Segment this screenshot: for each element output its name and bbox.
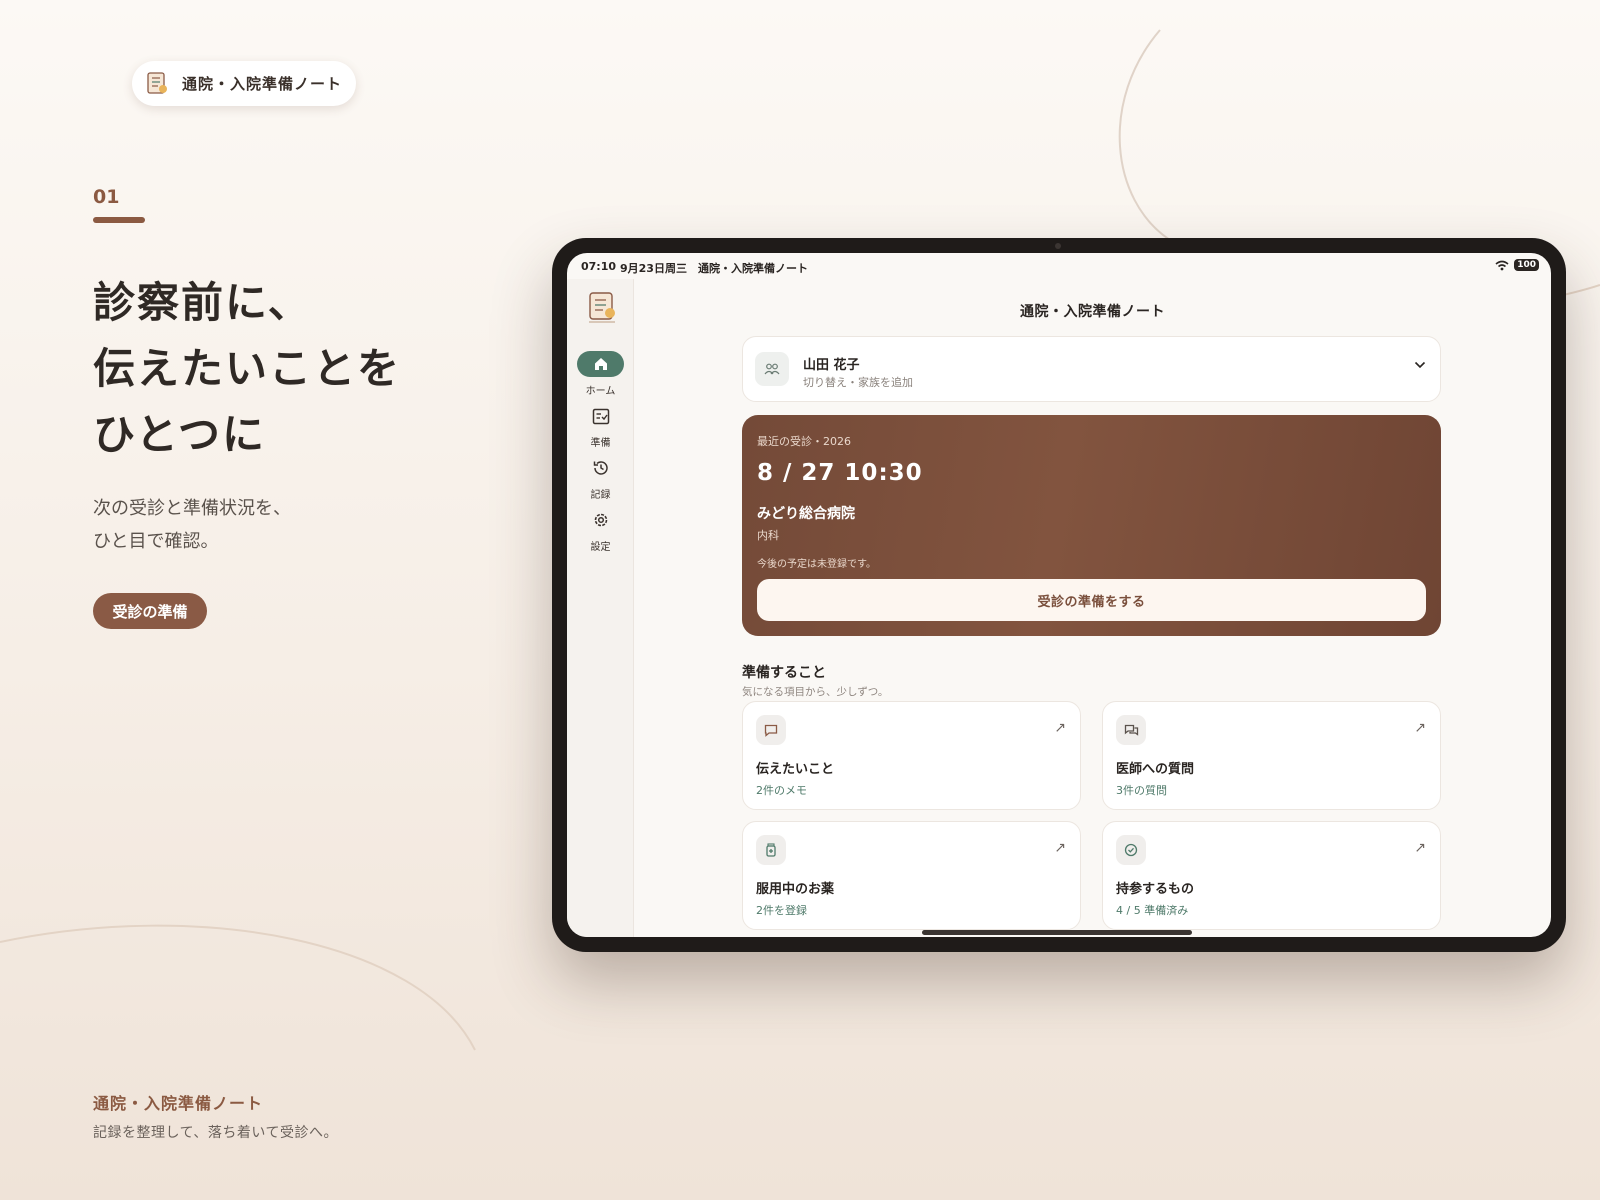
section-number: 01 bbox=[93, 186, 120, 208]
tile-subtitle: 4 / 5 準備済み bbox=[1116, 904, 1189, 917]
battery-icon: 100 bbox=[1514, 259, 1539, 271]
sidebar-item-settings[interactable]: 設定 bbox=[567, 507, 634, 553]
message-icon bbox=[756, 715, 786, 745]
tile-title: 服用中のお薬 bbox=[756, 882, 835, 897]
status-app-name: 通院・入院準備ノート bbox=[698, 262, 808, 275]
profile-name: 山田 花子 bbox=[803, 358, 860, 373]
prep-tile-doctor-questions[interactable]: ↗ 医師への質問 3件の質問 bbox=[1102, 701, 1441, 810]
status-time: 07:10 bbox=[581, 260, 617, 273]
checklist-icon bbox=[592, 408, 609, 424]
prep-section-subtitle: 気になる項目から、少しずつ。 bbox=[742, 686, 889, 698]
arrow-up-right-icon: ↗ bbox=[1414, 840, 1426, 856]
arrow-up-right-icon: ↗ bbox=[1054, 840, 1066, 856]
section-underline bbox=[93, 217, 145, 223]
subtext-line: 次の受診と準備状況を、 bbox=[93, 498, 291, 519]
medicine-icon bbox=[756, 835, 786, 865]
check-circle-icon bbox=[1116, 835, 1146, 865]
subtext-line: ひと目で確認。 bbox=[93, 531, 219, 552]
sidebar: ホーム 準備 記録 設定 bbox=[567, 279, 634, 937]
profile-switcher[interactable]: 山田 花子 切り替え・家族を追加 bbox=[742, 336, 1441, 402]
arrow-up-right-icon: ↗ bbox=[1054, 720, 1066, 736]
recent-visit-datetime: 8 / 27 10:30 bbox=[757, 460, 923, 486]
headline: 診察前に、 伝えたいことを ひとつに bbox=[93, 270, 513, 468]
page-title: 通院・入院準備ノート bbox=[1020, 304, 1165, 320]
sidebar-item-label: 記録 bbox=[590, 490, 611, 501]
sidebar-item-label: ホーム bbox=[585, 386, 616, 397]
sidebar-item-label: 準備 bbox=[590, 438, 611, 449]
family-icon bbox=[755, 352, 789, 386]
status-date: 9月23日周三 bbox=[620, 262, 687, 275]
tile-title: 伝えたいこと bbox=[756, 762, 835, 777]
chevron-down-icon[interactable] bbox=[1414, 361, 1426, 369]
prepare-visit-button[interactable]: 受診の準備をする bbox=[757, 579, 1426, 621]
sidebar-item-prep[interactable]: 準備 bbox=[567, 403, 634, 449]
notebook-logo-icon bbox=[147, 71, 167, 94]
gear-icon bbox=[594, 513, 607, 527]
tile-subtitle: 3件の質問 bbox=[1116, 784, 1167, 797]
tablet-screen: 07:10 9月23日周三 通院・入院準備ノート 100 ホーム 準備 記録 設… bbox=[567, 253, 1551, 937]
status-indicators: 100 bbox=[1495, 259, 1539, 271]
app-logo-icon bbox=[589, 292, 615, 323]
headline-line: 診察前に、 bbox=[93, 278, 312, 327]
prep-tile-items-to-bring[interactable]: ↗ 持参するもの 4 / 5 準備済み bbox=[1102, 821, 1441, 930]
prepare-visit-cta-button[interactable]: 受診の準備 bbox=[93, 593, 207, 629]
recent-visit-hospital: みどり総合病院 bbox=[757, 506, 855, 522]
hero-subtext: 次の受診と準備状況を、 ひと目で確認。 bbox=[93, 492, 291, 558]
prep-tile-medications[interactable]: ↗ 服用中のお薬 2件を登録 bbox=[742, 821, 1081, 930]
home-indicator[interactable] bbox=[922, 930, 1192, 935]
recent-visit-department: 内科 bbox=[757, 529, 779, 542]
recent-visit-label: 最近の受診・2026 bbox=[757, 435, 851, 448]
tile-title: 医師への質問 bbox=[1116, 762, 1195, 777]
tile-title: 持参するもの bbox=[1116, 882, 1195, 897]
sidebar-item-label: 設定 bbox=[590, 542, 611, 553]
recent-visit-note: 今後の予定は未登録です。 bbox=[757, 559, 876, 570]
arrow-up-right-icon: ↗ bbox=[1414, 720, 1426, 736]
prep-tile-things-to-tell[interactable]: ↗ 伝えたいこと 2件のメモ bbox=[742, 701, 1081, 810]
wifi-icon bbox=[1495, 260, 1509, 270]
camera-dot bbox=[1055, 243, 1061, 249]
prep-section-title: 準備すること bbox=[742, 665, 826, 681]
sidebar-item-history[interactable]: 記録 bbox=[567, 455, 634, 501]
tile-subtitle: 2件のメモ bbox=[756, 784, 807, 797]
headline-line: 伝えたいことを bbox=[93, 344, 402, 393]
profile-subtitle: 切り替え・家族を追加 bbox=[803, 376, 913, 389]
footer-subtitle: 記録を整理して、落ち着いて受診へ。 bbox=[93, 1125, 338, 1141]
main-content: 通院・入院準備ノート 山田 花子 切り替え・家族を追加 最近の受診・2026 8… bbox=[634, 279, 1551, 937]
footer-title: 通院・入院準備ノート bbox=[93, 1094, 264, 1113]
sidebar-item-home[interactable]: ホーム bbox=[567, 351, 634, 397]
home-icon bbox=[594, 358, 607, 370]
tablet-frame: 07:10 9月23日周三 通院・入院準備ノート 100 ホーム 準備 記録 設… bbox=[552, 238, 1566, 952]
app-badge: 通院・入院準備ノート bbox=[132, 61, 356, 106]
app-badge-label: 通院・入院準備ノート bbox=[182, 75, 343, 93]
history-icon bbox=[593, 461, 608, 475]
recent-visit-card: 最近の受診・2026 8 / 27 10:30 みどり総合病院 内科 今後の予定… bbox=[742, 415, 1441, 636]
headline-line: ひとつに bbox=[93, 410, 267, 459]
tile-subtitle: 2件を登録 bbox=[756, 904, 807, 917]
chat-question-icon bbox=[1116, 715, 1146, 745]
status-bar: 07:10 9月23日周三 通院・入院準備ノート 100 bbox=[567, 253, 1551, 279]
